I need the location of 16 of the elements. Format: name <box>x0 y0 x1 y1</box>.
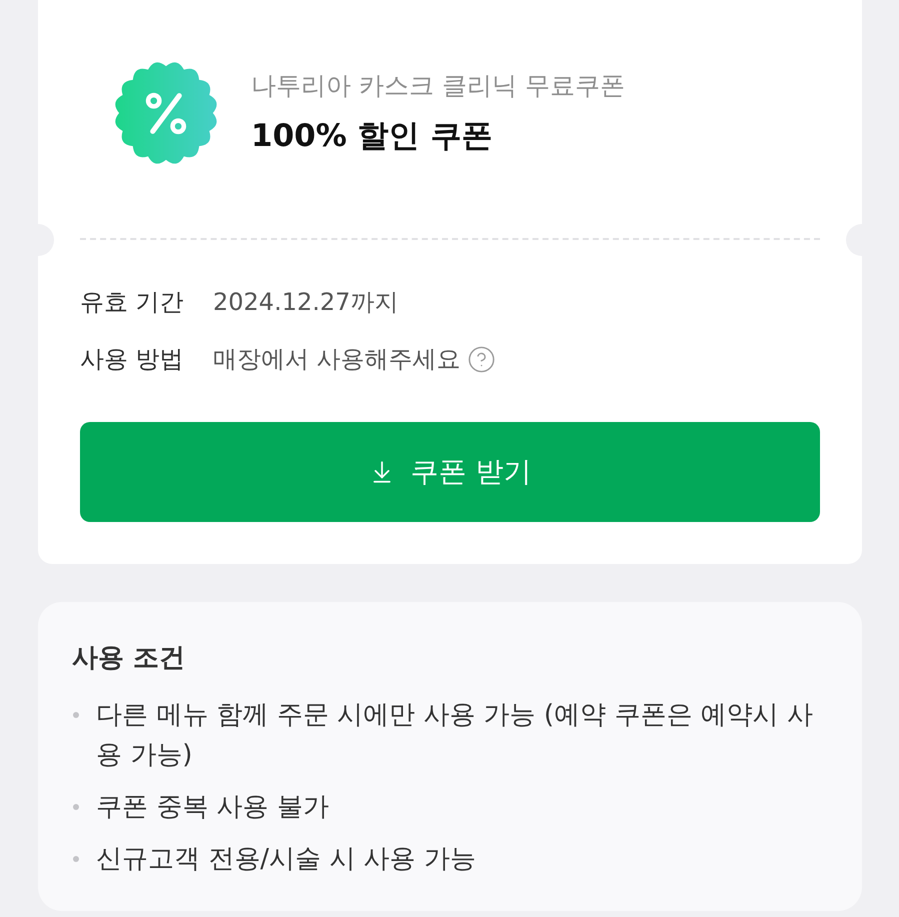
bullet-icon <box>73 856 79 862</box>
download-coupon-button[interactable]: 쿠폰 받기 <box>80 422 820 522</box>
help-icon[interactable] <box>466 344 496 374</box>
detail-label: 사용 방법 <box>80 344 185 375</box>
detail-label: 유효 기간 <box>80 287 185 318</box>
coupon-title: 100% 할인 쿠폰 <box>251 117 494 156</box>
conditions-title: 사용 조건 <box>72 642 186 675</box>
condition-text: 쿠폰 중복 사용 불가 <box>96 791 329 824</box>
condition-text: 신규고객 전용/시술 시 사용 가능 <box>96 843 476 876</box>
bullet-icon <box>73 712 79 718</box>
detail-value: 2024.12.27까지 <box>213 287 398 318</box>
condition-text: 다른 메뉴 함께 주문 시에만 사용 가능 (예약 쿠폰은 예약시 사용 가능) <box>96 699 814 772</box>
coupon-subtitle: 나투리아 카스크 클리닉 무료쿠폰 <box>251 70 625 102</box>
bullet-icon <box>73 804 79 810</box>
detail-value: 매장에서 사용해주세요 <box>213 344 461 375</box>
percent-badge-icon <box>113 60 219 166</box>
